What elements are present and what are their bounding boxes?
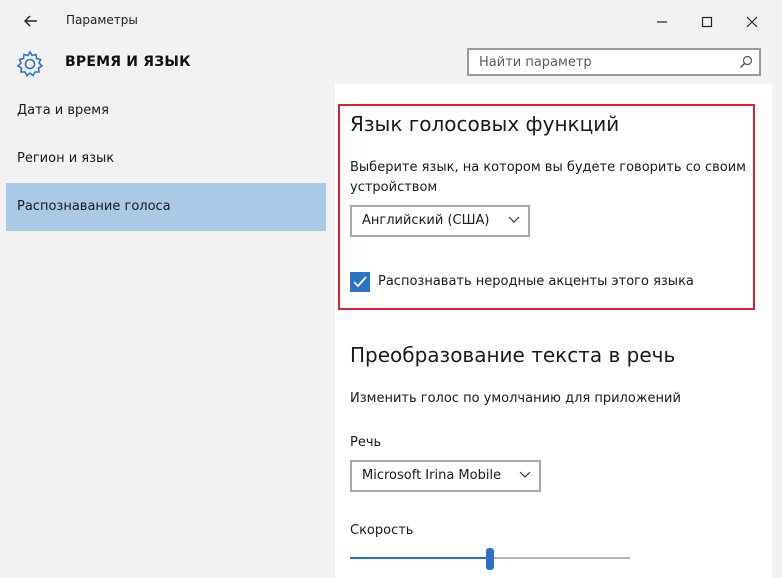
speech-language-heading: Язык голосовых функций xyxy=(350,112,620,136)
back-button[interactable] xyxy=(18,8,44,34)
close-icon xyxy=(746,16,758,28)
accent-checkbox[interactable] xyxy=(350,272,370,292)
search-icon[interactable] xyxy=(739,55,753,69)
voice-label: Речь xyxy=(350,435,382,450)
speed-label: Скорость xyxy=(350,523,414,538)
accent-checkbox-label[interactable]: Распознавать неродные акценты этого язык… xyxy=(378,272,694,292)
chevron-down-icon xyxy=(508,216,520,223)
settings-header: ВРЕМЯ И ЯЗЫК xyxy=(0,42,782,84)
speed-slider[interactable] xyxy=(350,548,630,570)
tts-description: Изменить голос по умолчанию для приложен… xyxy=(350,391,681,406)
scrollbar[interactable] xyxy=(772,84,782,578)
speed-slider-fill xyxy=(350,557,490,559)
dropdown-value: Английский (США) xyxy=(362,213,490,228)
section-title: ВРЕМЯ И ЯЗЫК xyxy=(65,54,191,70)
sidebar-item-label: Распознавание голоса xyxy=(17,199,171,214)
dropdown-value: Microsoft Irina Mobile xyxy=(362,468,502,483)
chevron-down-icon xyxy=(519,471,531,478)
maximize-button[interactable] xyxy=(695,9,719,33)
settings-window: Параметры ВРЕМЯ И ЯЗЫК Найти параметр Да… xyxy=(0,0,782,578)
close-button[interactable] xyxy=(740,9,764,33)
speed-slider-thumb[interactable] xyxy=(486,548,494,570)
sidebar-item-speech[interactable]: Распознавание голоса xyxy=(6,183,326,231)
back-arrow-icon xyxy=(24,15,37,27)
window-title: Параметры xyxy=(66,13,138,27)
title-bar: Параметры xyxy=(0,0,782,42)
sidebar-item-region-language[interactable]: Регион и язык xyxy=(6,135,326,183)
maximize-icon xyxy=(701,16,713,28)
speech-language-description-line1: Выберите язык, на котором вы будете гово… xyxy=(350,160,746,175)
minimize-icon xyxy=(657,21,667,23)
speech-language-dropdown[interactable]: Английский (США) xyxy=(350,205,530,237)
gear-icon xyxy=(16,50,44,77)
sidebar-item-label: Регион и язык xyxy=(17,151,115,166)
sidebar-item-date-time[interactable]: Дата и время xyxy=(6,87,326,135)
sidebar-item-label: Дата и время xyxy=(17,103,109,118)
minimize-button[interactable] xyxy=(650,9,674,33)
search-box[interactable] xyxy=(467,48,761,76)
sidebar: Дата и время Регион и язык Распознавание… xyxy=(0,84,335,578)
speech-language-description-line2: устройством xyxy=(350,180,438,195)
tts-heading: Преобразование текста в речь xyxy=(350,343,676,367)
voice-dropdown[interactable]: Microsoft Irina Mobile xyxy=(350,460,541,492)
search-input[interactable] xyxy=(479,50,729,74)
checkmark-icon xyxy=(353,276,367,288)
